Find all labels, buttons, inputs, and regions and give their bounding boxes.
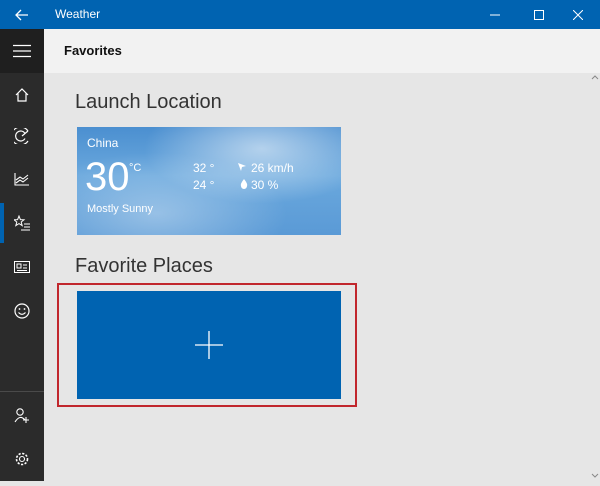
add-favorite-button[interactable]: [77, 291, 341, 399]
card-temperature: 30: [85, 155, 130, 199]
card-precip-value: 30 %: [251, 178, 279, 192]
sidebar: [0, 29, 44, 481]
hamburger-icon[interactable]: [0, 29, 44, 73]
launch-location-card[interactable]: China 30 °C Mostly Sunny 32 ° 24 ° 26 km…: [77, 127, 341, 235]
smiley-icon[interactable]: [0, 291, 44, 331]
scrollbar[interactable]: [590, 73, 600, 481]
user-add-icon[interactable]: [0, 395, 44, 435]
launch-location-heading: Launch Location: [75, 91, 222, 113]
app-title: Weather: [55, 7, 101, 21]
title-bar: Weather: [0, 0, 600, 29]
card-temperature-unit: °C: [129, 162, 142, 174]
card-location: China: [87, 136, 119, 150]
news-icon[interactable]: [0, 247, 44, 287]
favorite-places-heading: Favorite Places: [75, 255, 213, 277]
card-high-temp: 32 °: [193, 161, 215, 175]
back-arrow-icon[interactable]: [0, 0, 44, 29]
wind-icon: [237, 161, 247, 175]
plus-icon: [195, 331, 223, 359]
card-precip: 30 %: [240, 178, 278, 192]
radar-icon[interactable]: [0, 116, 44, 156]
page-header: Favorites: [44, 29, 600, 73]
page-title: Favorites: [64, 43, 122, 58]
chart-icon[interactable]: [0, 159, 44, 199]
maximize-button[interactable]: [517, 0, 561, 29]
card-wind: 26 km/h: [237, 161, 294, 175]
home-icon[interactable]: [0, 75, 44, 115]
main-content: Launch Location China 30 °C Mostly Sunny…: [44, 73, 585, 481]
card-condition: Mostly Sunny: [87, 203, 154, 215]
card-low-temp: 24 °: [193, 178, 215, 192]
raindrop-icon: [240, 178, 248, 192]
star-list-icon[interactable]: [0, 203, 44, 243]
card-wind-value: 26 km/h: [251, 161, 294, 175]
sidebar-divider: [0, 391, 44, 392]
gear-icon[interactable]: [0, 439, 44, 479]
minimize-button[interactable]: [473, 0, 517, 29]
close-button[interactable]: [556, 0, 600, 29]
